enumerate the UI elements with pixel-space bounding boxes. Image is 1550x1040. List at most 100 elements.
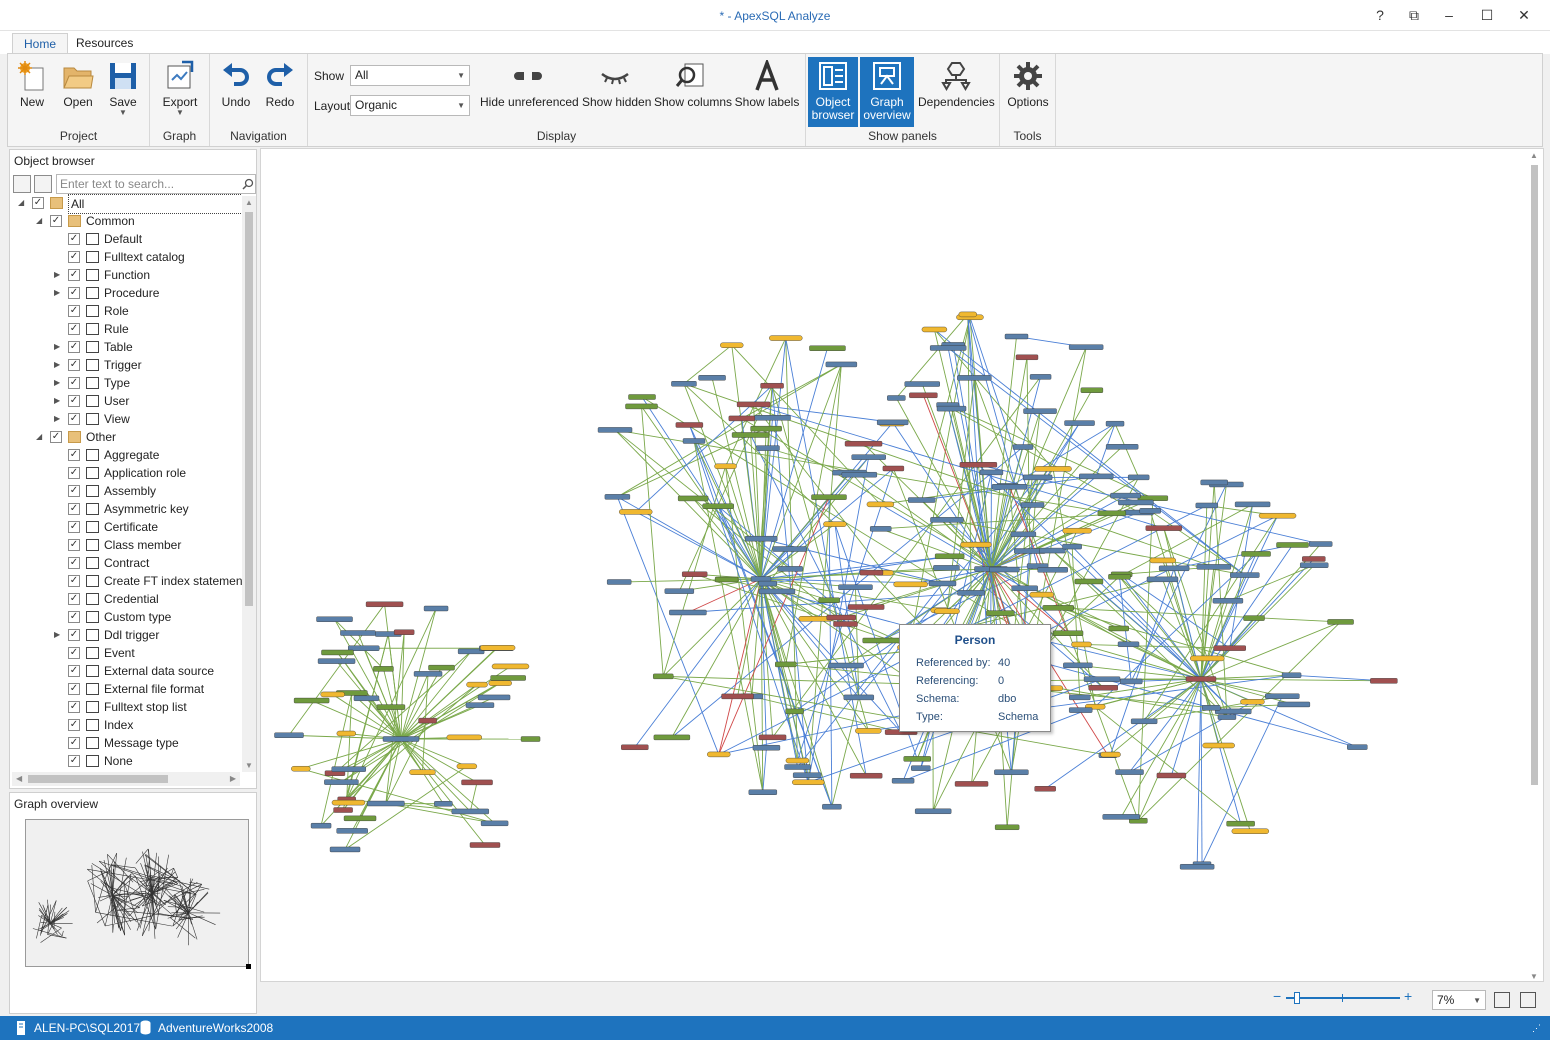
tree-horizontal-scrollbar[interactable]: ◀ ▶ — [12, 772, 240, 786]
tree-item[interactable]: ✓ Application role — [10, 464, 242, 482]
dependencies-button[interactable]: Dependencies — [918, 57, 995, 127]
zoom-slider[interactable]: − + — [1270, 989, 1420, 1006]
collapsed-icon[interactable]: ▶ — [54, 338, 64, 356]
search-input[interactable]: Enter text to search... — [56, 174, 256, 194]
zoom-in-icon[interactable]: + — [1404, 989, 1412, 1003]
collapse-all-button[interactable] — [13, 175, 31, 193]
tree-checkbox[interactable]: ✓ — [68, 557, 80, 569]
save-button[interactable]: Save ▼ — [102, 57, 144, 127]
tree-item[interactable]: ✓ Contract — [10, 554, 242, 572]
zoom-out-icon[interactable]: − — [1273, 989, 1281, 1003]
overview-resize-handle[interactable] — [246, 964, 251, 969]
tree-item[interactable]: ▶ ✓ Procedure — [10, 284, 242, 302]
tree-checkbox[interactable]: ✓ — [68, 647, 80, 659]
tree-item[interactable]: ✓ Default — [10, 230, 242, 248]
tree-checkbox[interactable]: ✓ — [68, 755, 80, 767]
tree-item[interactable]: ✓ Assembly — [10, 482, 242, 500]
collapsed-icon[interactable]: ▶ — [54, 356, 64, 374]
minimize-button[interactable]: – — [1439, 6, 1459, 24]
tree-checkbox[interactable]: ✓ — [68, 269, 80, 281]
tree-item[interactable]: ✓ External data source — [10, 662, 242, 680]
dependency-graph[interactable] — [261, 149, 1544, 982]
open-button[interactable]: Open — [56, 57, 100, 127]
graph-overview-toggle[interactable]: Graph overview — [860, 57, 914, 127]
hide-unreferenced-button[interactable]: Hide unreferenced — [480, 57, 579, 127]
tree-item[interactable]: ✓ External file format — [10, 680, 242, 698]
tree-checkbox[interactable]: ✓ — [50, 431, 62, 443]
tree-item[interactable]: ✓ Aggregate — [10, 446, 242, 464]
tree-item[interactable]: ◢ ✓ Other — [10, 428, 242, 446]
new-button[interactable]: New — [12, 57, 52, 127]
expanded-icon[interactable]: ◢ — [36, 428, 46, 446]
canvas-vertical-scrollbar[interactable]: ▲ ▼ — [1526, 149, 1542, 981]
tree-checkbox[interactable]: ✓ — [68, 305, 80, 317]
tree-checkbox[interactable]: ✓ — [68, 251, 80, 263]
tree-item[interactable]: ✓ Message type — [10, 734, 242, 752]
tree-checkbox[interactable]: ✓ — [68, 377, 80, 389]
tree-item[interactable]: ▶ ✓ Type — [10, 374, 242, 392]
tree-vertical-scrollbar[interactable]: ▲ ▼ — [242, 196, 256, 772]
tree-checkbox[interactable]: ✓ — [68, 665, 80, 677]
tree-item[interactable]: ▶ ✓ Table — [10, 338, 242, 356]
tree-item[interactable]: ✓ Custom type — [10, 608, 242, 626]
tree-checkbox[interactable]: ✓ — [68, 575, 80, 587]
tree-item[interactable]: ▶ ✓ Function — [10, 266, 242, 284]
tree-item[interactable]: ✓ Asymmetric key — [10, 500, 242, 518]
collapsed-icon[interactable]: ▶ — [54, 266, 64, 284]
tree-checkbox[interactable]: ✓ — [68, 719, 80, 731]
close-button[interactable]: ✕ — [1514, 6, 1534, 24]
tree-item[interactable]: ▶ ✓ User — [10, 392, 242, 410]
overview-viewport[interactable] — [25, 819, 251, 969]
tree-checkbox[interactable]: ✓ — [68, 737, 80, 749]
tree-checkbox[interactable]: ✓ — [68, 629, 80, 641]
tree-item[interactable]: ✓ Rule — [10, 320, 242, 338]
tree-item[interactable]: ✓ Create FT index statement — [10, 572, 242, 590]
show-select[interactable]: All ▼ — [350, 65, 470, 86]
maximize-button[interactable]: ☐ — [1477, 6, 1497, 24]
zoom-select[interactable]: 7% ▼ — [1432, 990, 1486, 1010]
tree-hscroll-thumb[interactable] — [28, 775, 168, 783]
tree-item[interactable]: ◢ ✓ Common — [10, 212, 242, 230]
tree-checkbox[interactable]: ✓ — [68, 503, 80, 515]
collapsed-icon[interactable]: ▶ — [54, 392, 64, 410]
expand-all-button[interactable] — [34, 175, 52, 193]
tab-resources[interactable]: Resources — [65, 33, 144, 55]
actual-size-icon[interactable] — [1520, 992, 1536, 1008]
tree-scroll-thumb[interactable] — [245, 212, 253, 606]
help-button[interactable]: ? — [1370, 6, 1390, 24]
tree-checkbox[interactable]: ✓ — [68, 395, 80, 407]
tree-checkbox[interactable]: ✓ — [68, 413, 80, 425]
tree-checkbox[interactable]: ✓ — [68, 611, 80, 623]
tree-checkbox[interactable]: ✓ — [68, 323, 80, 335]
show-labels-button[interactable]: Show labels — [734, 57, 800, 127]
object-browser-toggle[interactable]: Object browser — [808, 57, 858, 127]
tree-checkbox[interactable]: ✓ — [68, 341, 80, 353]
tree-item[interactable]: ✓ Class member — [10, 536, 242, 554]
tree-item[interactable]: ✓ Fulltext catalog — [10, 248, 242, 266]
show-hidden-button[interactable]: Show hidden — [582, 57, 651, 127]
tree-checkbox[interactable]: ✓ — [68, 467, 80, 479]
tree-item[interactable]: ✓ Role — [10, 302, 242, 320]
zoom-thumb[interactable] — [1293, 992, 1300, 1004]
tree-checkbox[interactable]: ✓ — [68, 485, 80, 497]
redo-button[interactable]: Redo — [260, 57, 300, 127]
tab-home[interactable]: Home — [12, 33, 69, 55]
tree-item[interactable]: ✓ Certificate — [10, 518, 242, 536]
tree-item[interactable]: ▶ ✓ Trigger — [10, 356, 242, 374]
tree-checkbox[interactable]: ✓ — [68, 359, 80, 371]
tree-item[interactable]: ✓ Event — [10, 644, 242, 662]
resize-grip-icon[interactable]: ⋰ — [1532, 1023, 1541, 1034]
tree-checkbox[interactable]: ✓ — [68, 449, 80, 461]
options-button[interactable]: Options — [1006, 57, 1050, 127]
canvas-scroll-thumb[interactable] — [1531, 165, 1538, 785]
fit-to-window-icon[interactable] — [1494, 992, 1510, 1008]
undo-button[interactable]: Undo — [216, 57, 256, 127]
tree-item[interactable]: ◢ ✓ All — [10, 194, 242, 214]
collapsed-icon[interactable]: ▶ — [54, 374, 64, 392]
expanded-icon[interactable]: ◢ — [36, 212, 46, 230]
tree-checkbox[interactable]: ✓ — [68, 521, 80, 533]
tree-item[interactable]: ▶ ✓ Ddl trigger — [10, 626, 242, 644]
show-columns-button[interactable]: Show columns — [654, 57, 732, 127]
tree-item[interactable]: ✓ None — [10, 752, 242, 770]
tree-item[interactable]: ✓ Fulltext stop list — [10, 698, 242, 716]
